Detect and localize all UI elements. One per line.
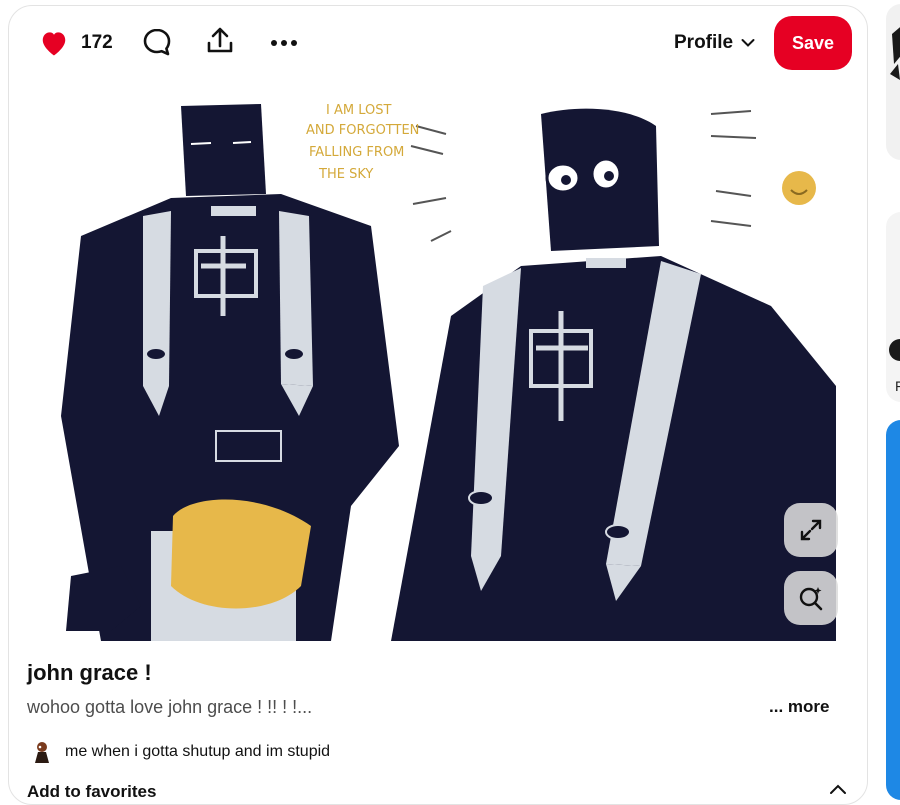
comment-button[interactable] <box>141 26 173 58</box>
board-select[interactable]: Profile <box>674 32 755 54</box>
pin-card: 172 Profile Save I AM LOST AND FORGOTTEN… <box>8 5 868 805</box>
board-select-label: Profile <box>674 32 734 53</box>
visual-search-icon <box>799 587 823 611</box>
expand-image-button[interactable] <box>784 503 838 557</box>
visual-search-button[interactable] <box>784 571 838 625</box>
related-pin-1[interactable] <box>886 4 900 160</box>
related-pin-3[interactable] <box>886 420 900 800</box>
like-button[interactable]: 172 <box>39 28 113 58</box>
pin-artwork: I AM LOST AND FORGOTTEN FALLING FROM THE… <box>51 86 841 641</box>
pin-action-bar: 172 Profile Save <box>9 6 867 78</box>
artwork-text-line2: AND FORGOTTEN <box>306 123 419 138</box>
related-pin-2[interactable] <box>886 212 900 402</box>
chevron-up-icon[interactable] <box>829 782 847 796</box>
description-more-link[interactable]: ... more <box>769 697 829 717</box>
add-to-favorites[interactable]: Add to favorites <box>27 782 156 802</box>
author-name: me when i gotta shutup and im stupid <box>65 743 331 760</box>
heart-icon <box>42 32 66 56</box>
pin-author[interactable]: me when i gotta shutup and im stupid <box>29 739 330 765</box>
pin-description: wohoo gotta love john grace ! !! ! !... <box>27 697 313 717</box>
artwork-text-line4: THE SKY <box>318 167 373 182</box>
expand-icon <box>800 519 822 541</box>
share-button[interactable] <box>203 24 237 58</box>
save-button[interactable]: Save <box>774 16 852 70</box>
artwork-text-line1: I AM LOST <box>326 103 391 118</box>
smiley-sticker <box>782 171 816 205</box>
comment-icon <box>143 28 171 56</box>
like-count: 172 <box>81 32 113 53</box>
pin-image: I AM LOST AND FORGOTTEN FALLING FROM THE… <box>51 86 841 641</box>
share-icon <box>207 27 233 53</box>
avatar <box>29 739 55 765</box>
artwork-text-line3: FALLING FROM <box>309 145 404 160</box>
related-pin-2-title: F <box>895 378 900 394</box>
more-icon <box>271 40 297 46</box>
more-options-button[interactable] <box>267 28 301 58</box>
chevron-down-icon <box>741 39 755 47</box>
pin-title: john grace ! <box>27 660 152 685</box>
